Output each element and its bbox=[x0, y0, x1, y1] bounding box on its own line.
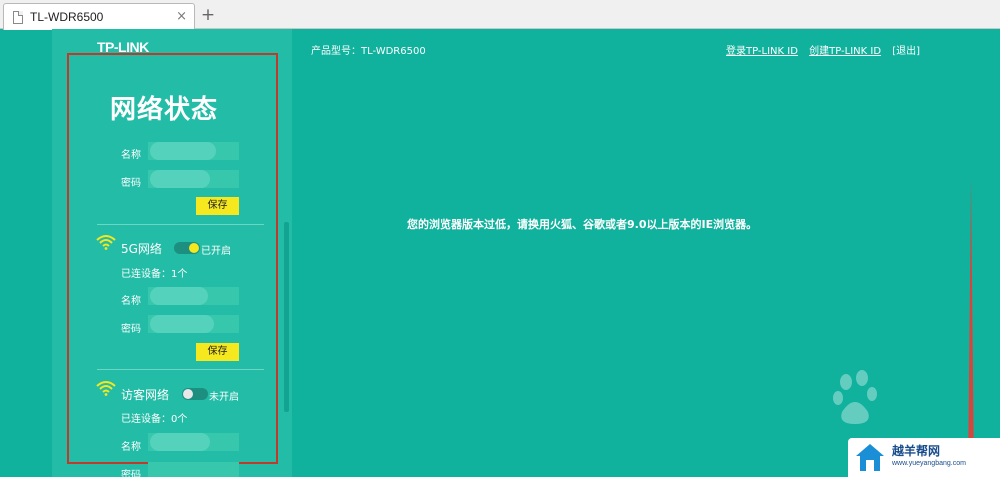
toggle-state-guest: 未开启 bbox=[209, 392, 239, 403]
wifi-icon bbox=[96, 381, 116, 396]
site-logo-watermark: 越羊帮网 www.yueyangbang.com bbox=[848, 438, 1000, 477]
connected-devices-guest: 已连设备：0个 bbox=[121, 414, 188, 425]
save-button[interactable]: 保存 bbox=[196, 197, 239, 215]
name-label: 名称 bbox=[121, 442, 141, 453]
password-label: 密码 bbox=[121, 324, 141, 335]
connected-devices-5g: 已连设备：1个 bbox=[121, 269, 188, 280]
browser-warning: 您的浏览器版本过低，请换用火狐、谷歌或者9.0以上版本的IE浏览器。 bbox=[407, 218, 758, 231]
red-arrow-line bbox=[968, 180, 974, 477]
sidebar-scrollbar[interactable] bbox=[284, 222, 289, 412]
name-label: 名称 bbox=[121, 150, 141, 161]
site-url: www.yueyangbang.com bbox=[892, 460, 966, 467]
logout-link[interactable]: [退出] bbox=[892, 46, 920, 57]
blurred-value bbox=[150, 315, 214, 333]
blurred-value bbox=[150, 287, 208, 305]
password-label: 密码 bbox=[121, 470, 141, 477]
close-icon[interactable]: × bbox=[176, 9, 187, 24]
password-label: 密码 bbox=[121, 178, 141, 189]
section-title-guest: 访客网络 bbox=[121, 388, 170, 402]
toggle-knob bbox=[189, 243, 199, 253]
product-model: 产品型号：TL-WDR6500 bbox=[311, 46, 426, 57]
browser-tab[interactable]: TL-WDR6500 × bbox=[3, 3, 195, 30]
page-title: 网络状态 bbox=[110, 95, 219, 125]
house-icon bbox=[856, 444, 884, 471]
divider bbox=[97, 224, 264, 225]
name-label: 名称 bbox=[121, 296, 141, 307]
plus-icon[interactable]: + bbox=[199, 4, 217, 26]
save-button[interactable]: 保存 bbox=[196, 343, 239, 361]
blurred-value bbox=[150, 142, 216, 160]
create-tplink-id-link[interactable]: 创建TP-LINK ID bbox=[809, 46, 881, 57]
file-icon bbox=[13, 11, 23, 24]
toggle-state-5g: 已开启 bbox=[201, 246, 231, 257]
tab-title: TL-WDR6500 bbox=[30, 10, 104, 24]
blurred-value bbox=[150, 170, 210, 188]
divider bbox=[97, 369, 264, 370]
blurred-value bbox=[150, 433, 210, 451]
section-title-5g: 5G网络 bbox=[121, 242, 162, 256]
top-links: 登录TP-LINK ID 创建TP-LINK ID [退出] bbox=[726, 42, 920, 57]
wifi-icon bbox=[96, 235, 116, 250]
login-tplink-id-link[interactable]: 登录TP-LINK ID bbox=[726, 46, 798, 57]
guest-password-field[interactable] bbox=[148, 462, 239, 477]
toggle-5g[interactable] bbox=[174, 242, 200, 254]
toggle-guest[interactable] bbox=[182, 388, 208, 400]
site-title: 越羊帮网 bbox=[892, 444, 941, 458]
browser-tab-strip: TL-WDR6500 × + bbox=[0, 0, 1000, 30]
toggle-knob bbox=[183, 389, 193, 399]
